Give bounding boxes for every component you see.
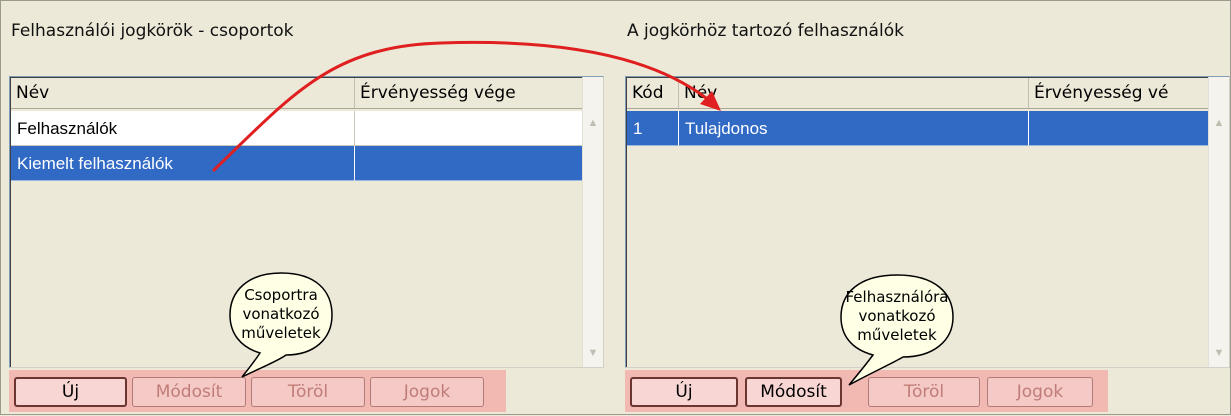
annotation-arrow (211, 40, 721, 173)
window-frame: Felhasználói jogkörök - csoportok Név Ér… (0, 0, 1231, 415)
